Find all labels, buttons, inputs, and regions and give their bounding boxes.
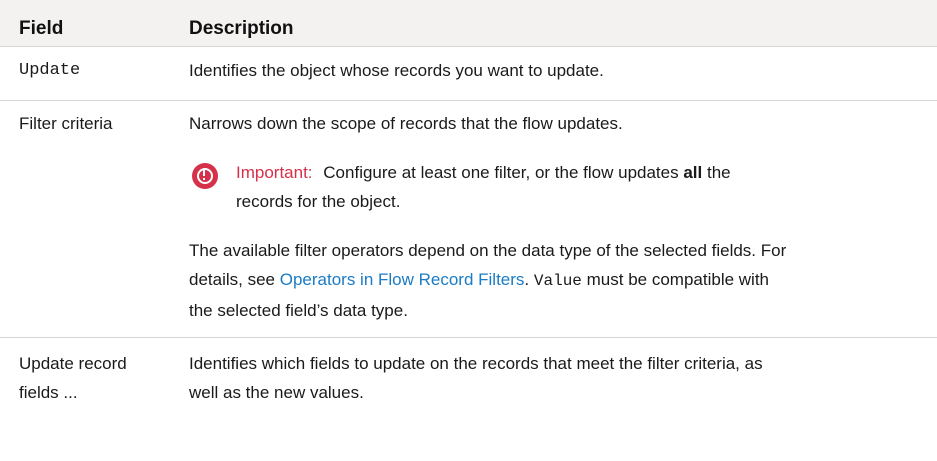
row-divider	[0, 100, 937, 101]
description-update-record-fields-line2: well as the new values.	[189, 383, 364, 402]
important-callout: Important: Configure at least one filter…	[189, 158, 937, 224]
filter-note-prefix: details, see	[189, 270, 275, 289]
description-update-record-fields-line1: Identifies which fields to update on the…	[189, 354, 763, 373]
important-text-before: Configure at least one filter, or the fl…	[323, 163, 679, 182]
field-update-record-fields-line1: Update record	[19, 354, 127, 373]
important-text: Important: Configure at least one filter…	[236, 158, 936, 216]
value-code: Value	[533, 272, 582, 290]
description-update-record-fields: Identifies which fields to update on the…	[189, 349, 937, 407]
filter-note-line3: the selected field’s data type.	[189, 301, 408, 320]
filter-note: The available filter operators depend on…	[189, 236, 937, 325]
field-update: Update	[19, 61, 81, 80]
description-filter-criteria: Narrows down the scope of records that t…	[189, 114, 623, 133]
header-description: Description	[189, 18, 294, 39]
description-update: Identifies the object whose records you …	[189, 61, 604, 80]
filter-note-line1: The available filter operators depend on…	[189, 241, 787, 260]
important-bold: all	[683, 163, 703, 182]
important-exclamation-icon	[192, 163, 218, 189]
important-line2: records for the object.	[236, 192, 401, 211]
filter-note-suffix: must be compatible with	[586, 270, 770, 289]
important-text-after: the	[706, 163, 731, 182]
operators-link[interactable]: Operators in Flow Record Filters	[280, 270, 525, 289]
field-update-record-fields-line2: fields ...	[19, 383, 78, 402]
table-header: Field Description	[0, 0, 937, 46]
header-field: Field	[19, 18, 64, 39]
field-filter-criteria: Filter criteria	[19, 114, 113, 133]
row-divider	[0, 337, 937, 338]
filter-note-period: .	[524, 270, 530, 289]
row-divider	[0, 46, 937, 47]
field-update-record-fields: Update record fields ...	[19, 349, 127, 407]
important-label: Important:	[236, 163, 313, 182]
filter-note-line2: details, see Operators in Flow Record Fi…	[189, 265, 937, 296]
